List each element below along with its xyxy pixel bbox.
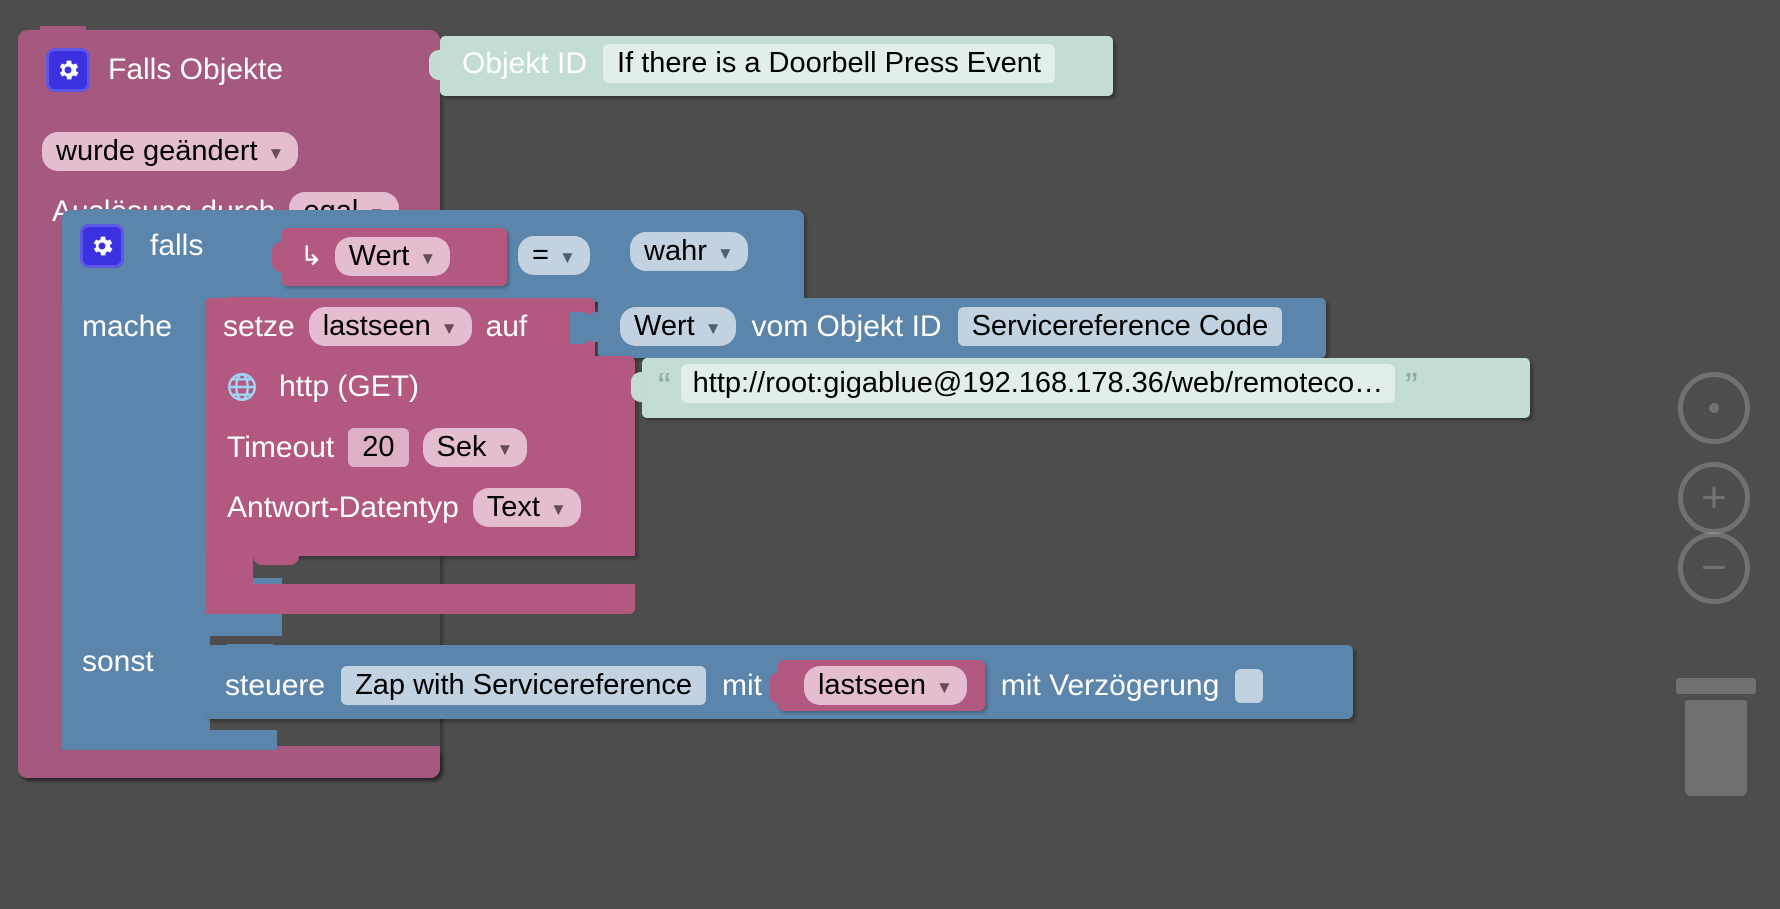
url-text-field[interactable]: http://root:gigablue@192.168.178.36/web/…	[680, 364, 1396, 403]
zoom-out-button[interactable]: −	[1678, 532, 1750, 604]
chevron-down-icon: ▼	[935, 678, 953, 698]
chevron-down-icon: ▼	[440, 319, 458, 339]
condition-left-content: ↳ Wert ▼	[300, 237, 451, 277]
http-timeout-unit-dropdown[interactable]: Sek ▼	[422, 428, 528, 468]
get-value-object-id-field[interactable]: Servicereference Code	[957, 307, 1283, 347]
http-timeout-label: Timeout	[227, 430, 335, 464]
hat-block-tail	[18, 750, 440, 778]
hat-block-mode-row: wurde geändert ▼	[42, 132, 299, 172]
arrow-right-hook-icon: ↳	[300, 241, 323, 272]
control-call-argument-label: lastseen	[817, 669, 926, 701]
blockly-workspace[interactable]: Falls Objekte wurde geändert ▼ Auslösung…	[0, 0, 1780, 909]
control-call-content: steuere Zap with Servicereference mit la…	[225, 660, 1264, 712]
chevron-down-icon: ▼	[267, 144, 285, 164]
control-call-delay-label: mit Verzögerung	[1000, 668, 1220, 702]
set-variable-dropdown[interactable]: lastseen ▼	[308, 307, 472, 347]
control-else-label: sonst	[82, 645, 154, 678]
gear-icon[interactable]	[80, 224, 124, 268]
mode-dropdown-label: wurde geändert	[56, 135, 258, 167]
zoom-in-button[interactable]: +	[1678, 462, 1750, 534]
gear-icon-glyph	[93, 236, 113, 256]
control-if-label: falls	[150, 229, 204, 262]
get-value-from-label: vom Objekt ID	[751, 309, 942, 343]
http-response-type-dropdown[interactable]: Text ▼	[472, 488, 581, 528]
object-id-field[interactable]: If there is a Doorbell Press Event	[603, 44, 1055, 84]
chevron-down-icon: ▼	[496, 440, 514, 460]
condition-operator-dropdown[interactable]: = ▼	[518, 236, 590, 276]
condition-right-dropdown-label: wahr	[644, 235, 707, 267]
trash-can	[1685, 700, 1747, 796]
chevron-down-icon: ▼	[419, 249, 437, 269]
control-call-delay-socket[interactable]	[1235, 668, 1264, 703]
chevron-down-icon: ▼	[704, 319, 722, 339]
control-do-label: mache	[82, 310, 173, 343]
http-get-footer	[205, 584, 635, 614]
hat-block-tail-notch	[40, 26, 86, 38]
chevron-down-icon: ▼	[716, 244, 734, 264]
set-variable-dropdown-label: lastseen	[322, 310, 431, 342]
get-value-dropdown[interactable]: Wert ▼	[620, 307, 736, 347]
http-response-type-label: Antwort-Datentyp	[227, 490, 459, 524]
object-id-label: Objekt ID	[462, 46, 588, 80]
control-block-top-notch	[84, 209, 130, 222]
trash-lid	[1676, 678, 1756, 694]
http-get-title-row: http (GET)	[225, 370, 419, 404]
condition-right-dropdown[interactable]: wahr ▼	[630, 232, 748, 272]
http-get-top-notch	[227, 355, 273, 367]
control-call-top-notch	[227, 644, 273, 656]
condition-right-operand-block[interactable]: wahr ▼	[612, 230, 777, 284]
gear-icon[interactable]	[46, 48, 90, 92]
url-string-content: “ http://root:gigablue@192.168.178.36/we…	[658, 364, 1518, 409]
control-call-prefix-label: steuere	[225, 668, 326, 702]
http-get-title: http (GET)	[279, 370, 420, 403]
chevron-down-icon: ▼	[549, 500, 567, 520]
set-variable-block[interactable]: setze lastseen ▼ auf	[205, 297, 595, 358]
get-value-block[interactable]: Wert ▼ vom Objekt ID Servicereference Co…	[584, 298, 1326, 358]
quote-icon: ”	[1405, 366, 1418, 409]
http-get-block[interactable]: http (GET) Timeout 20 Sek ▼ Antwort-Date…	[205, 355, 635, 614]
condition-left-operand-block[interactable]: ↳ Wert ▼	[272, 228, 507, 286]
quote-icon: “	[658, 366, 671, 409]
control-call-block[interactable]: steuere Zap with Servicereference mit la…	[205, 644, 1353, 719]
control-call-argument-plug	[768, 673, 783, 703]
condition-left-dropdown[interactable]: Wert ▼	[334, 237, 451, 277]
condition-right-plug	[612, 242, 626, 272]
set-suffix-label: auf	[485, 309, 528, 343]
control-call-with-label: mit	[721, 668, 762, 702]
trash-icon[interactable]	[1676, 678, 1756, 796]
http-get-response-row: Antwort-Datentyp Text ▼	[227, 488, 581, 528]
set-variable-content: setze lastseen ▼ auf	[223, 307, 528, 347]
control-block-left-column	[62, 298, 210, 750]
condition-operator-label: =	[532, 239, 549, 271]
http-get-timeout-row: Timeout 20 Sek ▼	[227, 428, 528, 468]
control-call-argument-dropdown[interactable]: lastseen ▼	[803, 666, 967, 706]
control-call-target-field[interactable]: Zap with Servicereference	[341, 666, 706, 706]
condition-left-dropdown-label: Wert	[348, 240, 410, 272]
get-value-content: Wert ▼ vom Objekt ID Servicereference Co…	[620, 307, 1283, 347]
globe-icon	[225, 370, 259, 404]
control-block-if-row: falls	[80, 224, 203, 268]
http-timeout-field[interactable]: 20	[348, 428, 409, 468]
control-call-argument-body: lastseen ▼	[777, 660, 985, 712]
hat-block-title: Falls Objekte	[108, 53, 284, 86]
get-value-dropdown-label: Wert	[634, 310, 695, 342]
chevron-down-icon: ▼	[558, 248, 576, 268]
object-id-block-content: Objekt ID If there is a Doorbell Press E…	[462, 44, 1055, 84]
zoom-reset-icon[interactable]	[1678, 372, 1750, 444]
http-get-inner-notch	[253, 552, 299, 565]
hat-block-title-row: Falls Objekte	[46, 48, 283, 92]
control-call-argument-block[interactable]: lastseen ▼	[768, 660, 985, 712]
object-id-block[interactable]: Objekt ID If there is a Doorbell Press E…	[428, 36, 1113, 96]
http-response-type-value: Text	[486, 491, 540, 523]
globe-icon-glyph	[228, 373, 256, 401]
http-timeout-unit-label: Sek	[436, 431, 487, 463]
set-prefix-label: setze	[223, 309, 295, 343]
url-string-block[interactable]: “ http://root:gigablue@192.168.178.36/we…	[630, 358, 1530, 418]
gear-icon-glyph	[59, 60, 79, 80]
mode-dropdown[interactable]: wurde geändert ▼	[42, 132, 299, 172]
